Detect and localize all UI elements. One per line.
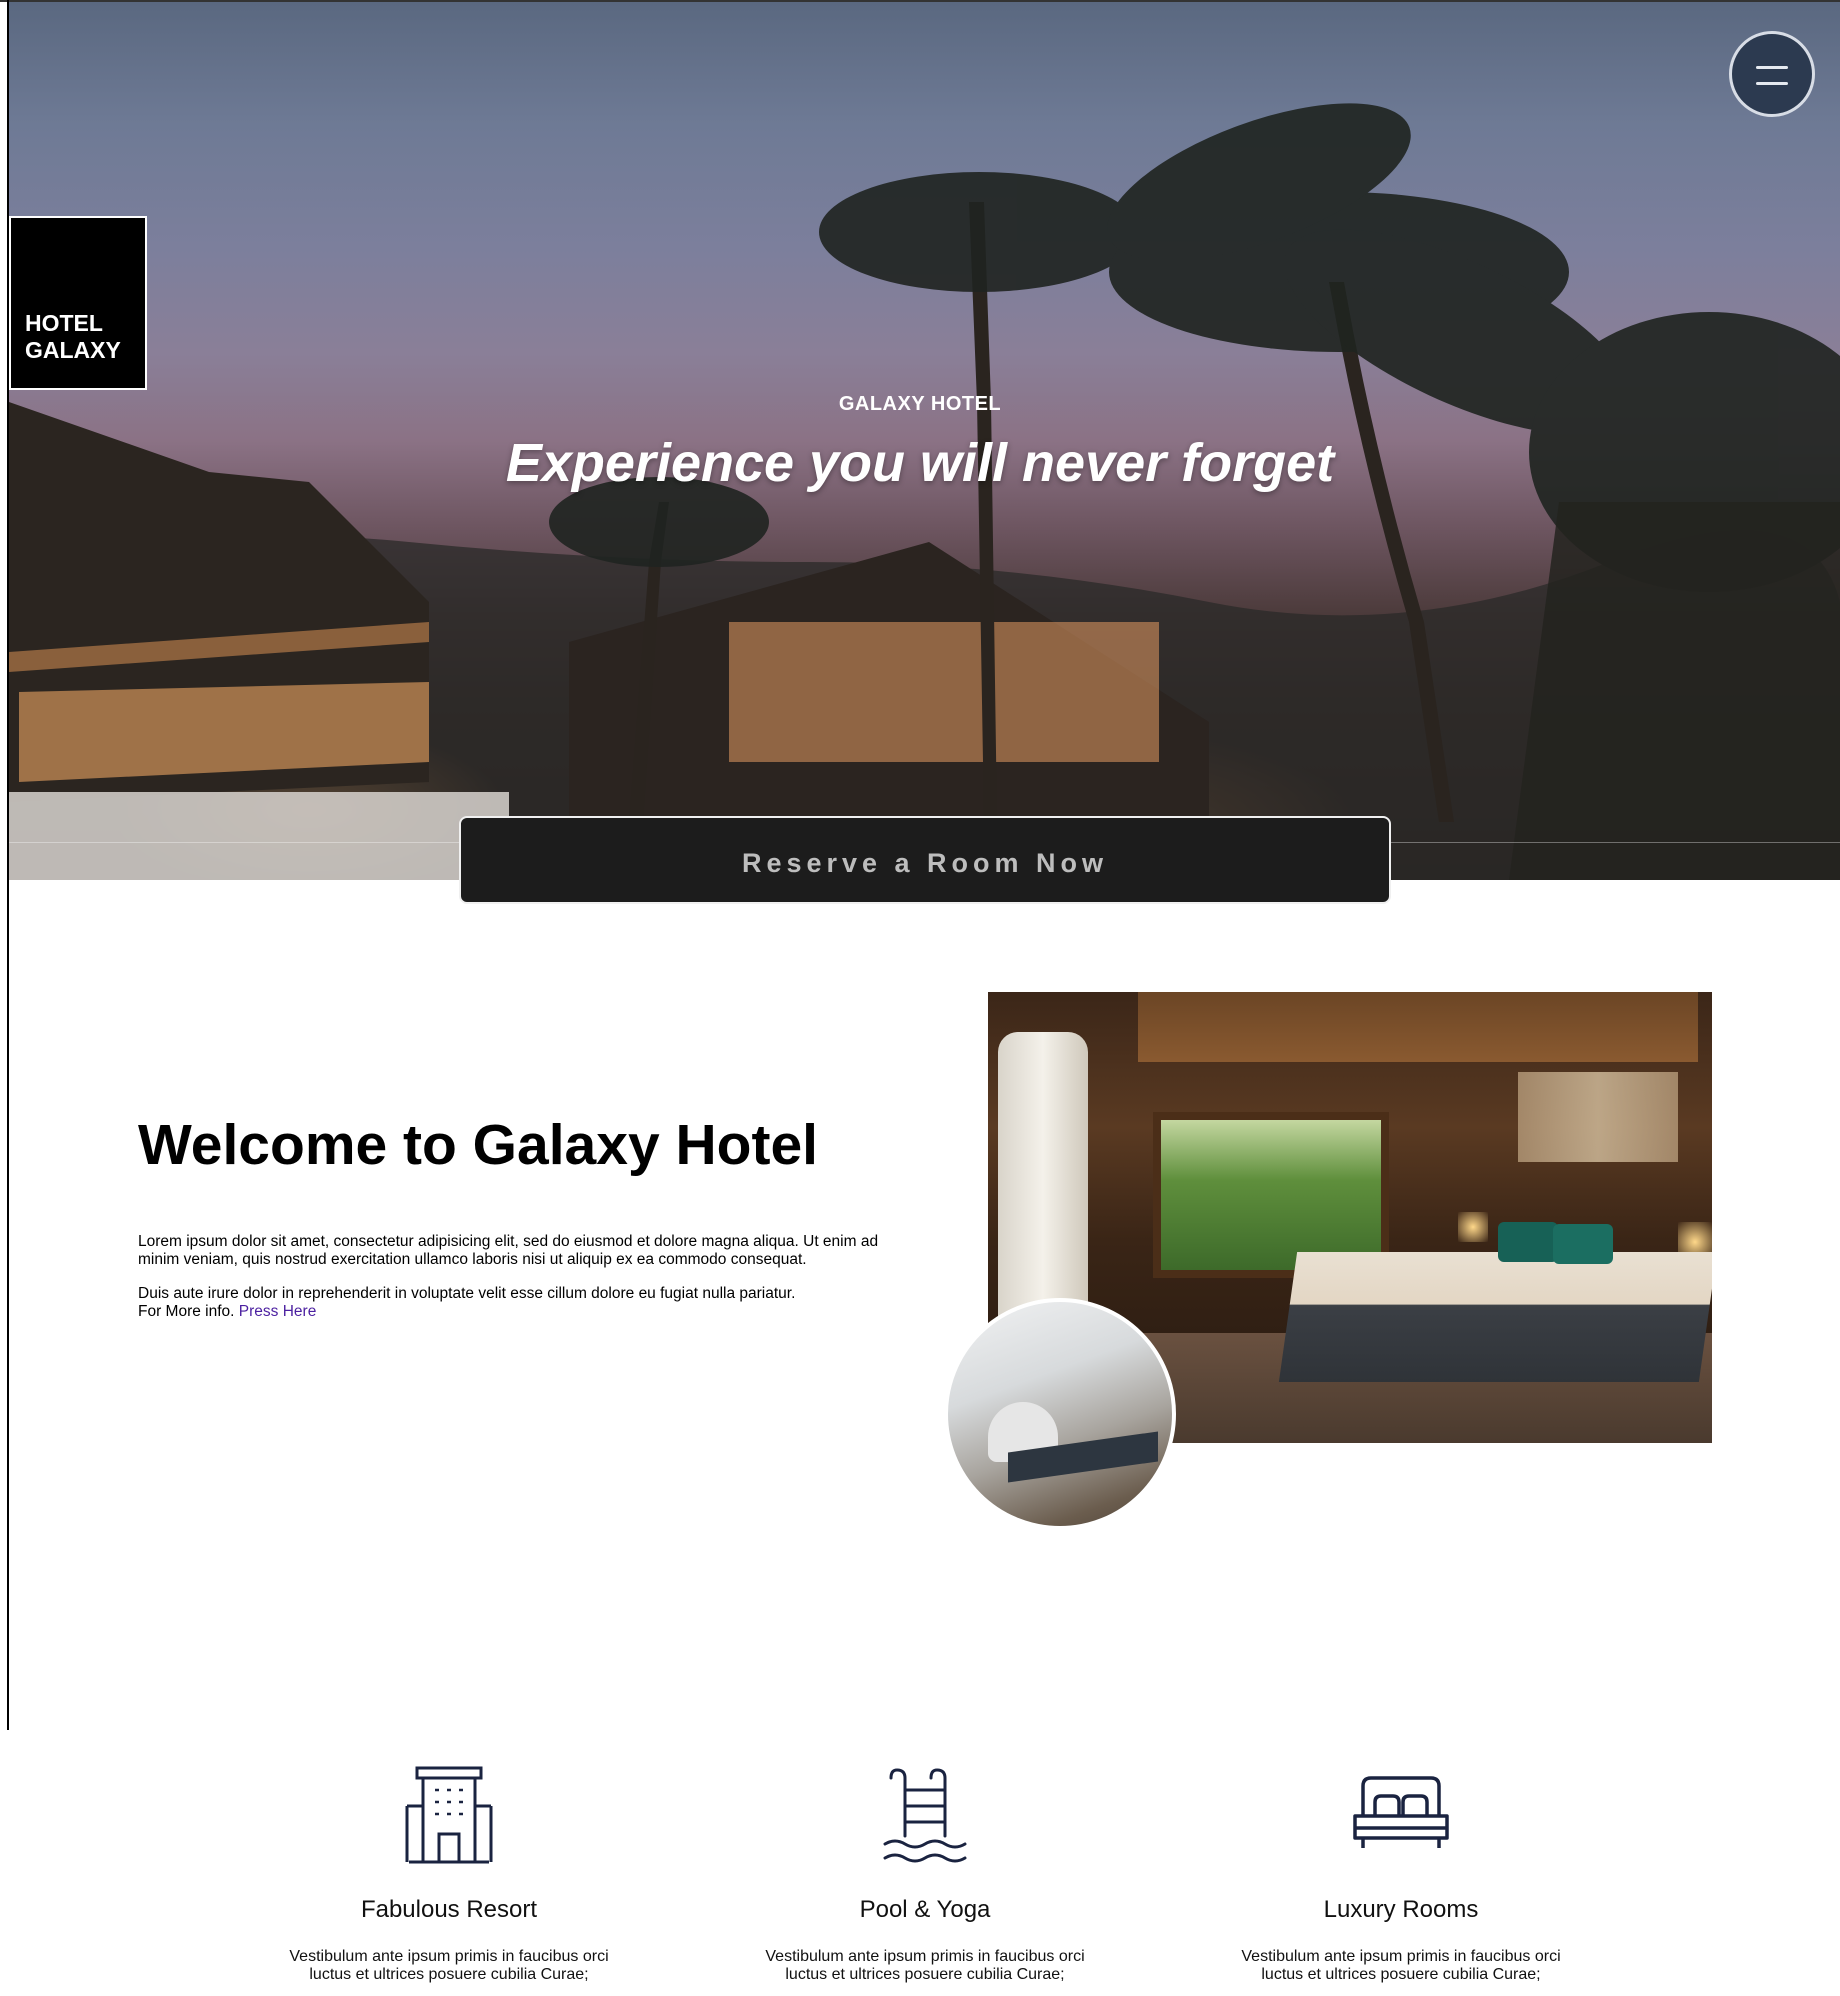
press-here-link[interactable]: Press Here <box>239 1303 317 1320</box>
menu-button[interactable] <box>1729 31 1815 117</box>
feature-title: Fabulous Resort <box>360 1896 538 1923</box>
brand-name: HOTEL GALAXY <box>25 310 121 363</box>
brand-logo[interactable]: HOTEL GALAXY <box>9 216 147 390</box>
welcome-paragraph-more: Duis aute irure dolor in reprehenderit i… <box>138 1285 918 1321</box>
menu-icon <box>1756 66 1788 69</box>
reserve-room-button[interactable]: Reserve a Room Now <box>459 816 1391 904</box>
feature-text: Vestibulum ante ipsum primis in faucibus… <box>289 1948 609 1983</box>
reserve-room-label: Reserve a Room Now <box>741 848 1109 878</box>
menu-icon <box>1756 82 1788 85</box>
feature-text: Vestibulum ante ipsum primis in faucibus… <box>1241 1948 1561 1983</box>
feature-text: Vestibulum ante ipsum primis in faucibus… <box>765 1948 1085 1983</box>
hero-title: Experience you will never forget <box>505 433 1335 493</box>
restaurant-image <box>944 1298 1176 1530</box>
top-border <box>0 0 1840 2</box>
more-info-prefix: For More info. <box>138 1303 235 1320</box>
feature-pool: Pool & Yoga Vestibulum ante ipsum primis… <box>687 1766 1163 1984</box>
welcome-title: Welcome to Galaxy Hotel <box>138 1113 818 1177</box>
bed-icon <box>1353 1776 1449 1848</box>
feature-resort: Fabulous Resort Vestibulum ante ipsum pr… <box>211 1766 687 1984</box>
welcome-paragraph: Lorem ipsum dolor sit amet, consectetur … <box>138 1233 879 1268</box>
feature-rooms: Luxury Rooms Vestibulum ante ipsum primi… <box>1163 1766 1639 1984</box>
hero-kicker: GALAXY HOTEL <box>838 393 1002 415</box>
feature-title: Pool & Yoga <box>859 1896 991 1923</box>
building-icon <box>405 1766 493 1864</box>
page: HOTEL GALAXY GALAXY HOTEL Experience you… <box>0 0 1840 1996</box>
pool-ladder-icon <box>883 1768 967 1863</box>
welcome-paragraph-2: Duis aute irure dolor in reprehenderit i… <box>138 1285 796 1302</box>
feature-title: Luxury Rooms <box>1323 1896 1479 1923</box>
